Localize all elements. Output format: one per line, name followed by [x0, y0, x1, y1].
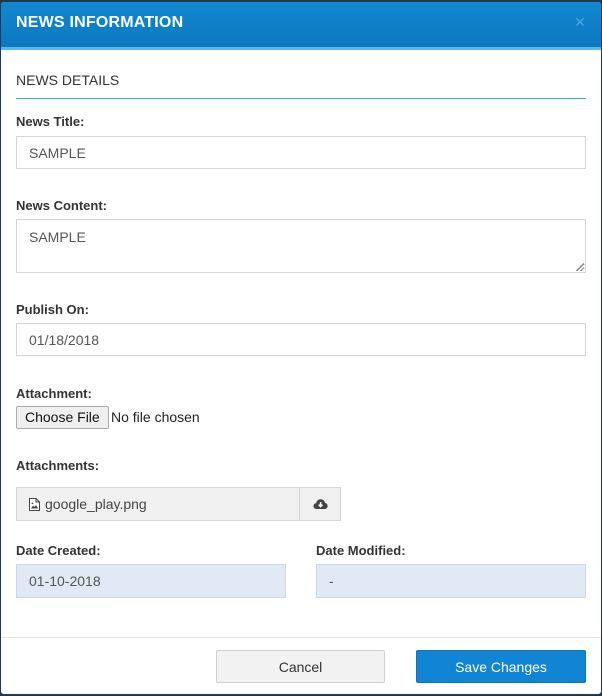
- modal-footer: Cancel Save Changes: [1, 637, 601, 694]
- modal-header: NEWS INFORMATION ×: [1, 2, 601, 50]
- attachment-label: Attachment:: [16, 386, 92, 401]
- cloud-download-icon[interactable]: [299, 488, 340, 520]
- cancel-button[interactable]: Cancel: [216, 650, 385, 683]
- date-created-label: Date Created:: [16, 543, 101, 558]
- news-title-input[interactable]: [16, 136, 586, 169]
- news-title-label: News Title:: [16, 114, 85, 129]
- save-changes-button[interactable]: Save Changes: [416, 650, 586, 683]
- close-icon[interactable]: ×: [571, 12, 589, 32]
- news-content-textarea[interactable]: SAMPLE: [16, 219, 586, 273]
- publish-on-input[interactable]: [16, 323, 586, 356]
- attachment-file-name: google_play.png: [45, 496, 147, 512]
- attachment-item: google_play.png: [16, 487, 341, 521]
- file-status-text: No file chosen: [111, 409, 200, 425]
- date-created-field: [16, 564, 286, 598]
- date-modified-field: [316, 564, 586, 598]
- publish-on-label: Publish On:: [16, 302, 89, 317]
- attachments-label: Attachments:: [16, 458, 100, 473]
- news-information-modal: NEWS INFORMATION × NEWS DETAILS News Tit…: [1, 2, 601, 694]
- modal-title: NEWS INFORMATION: [16, 14, 184, 31]
- news-content-label: News Content:: [16, 198, 107, 213]
- attachment-file[interactable]: google_play.png: [29, 496, 147, 512]
- section-title: NEWS DETAILS: [16, 72, 120, 88]
- choose-file-button[interactable]: Choose File: [16, 406, 109, 429]
- news-content-wrapper: SAMPLE: [16, 219, 586, 273]
- resize-grip-icon[interactable]: [576, 263, 584, 271]
- image-file-icon: [29, 497, 40, 511]
- section-divider: [16, 98, 586, 99]
- date-modified-label: Date Modified:: [316, 543, 406, 558]
